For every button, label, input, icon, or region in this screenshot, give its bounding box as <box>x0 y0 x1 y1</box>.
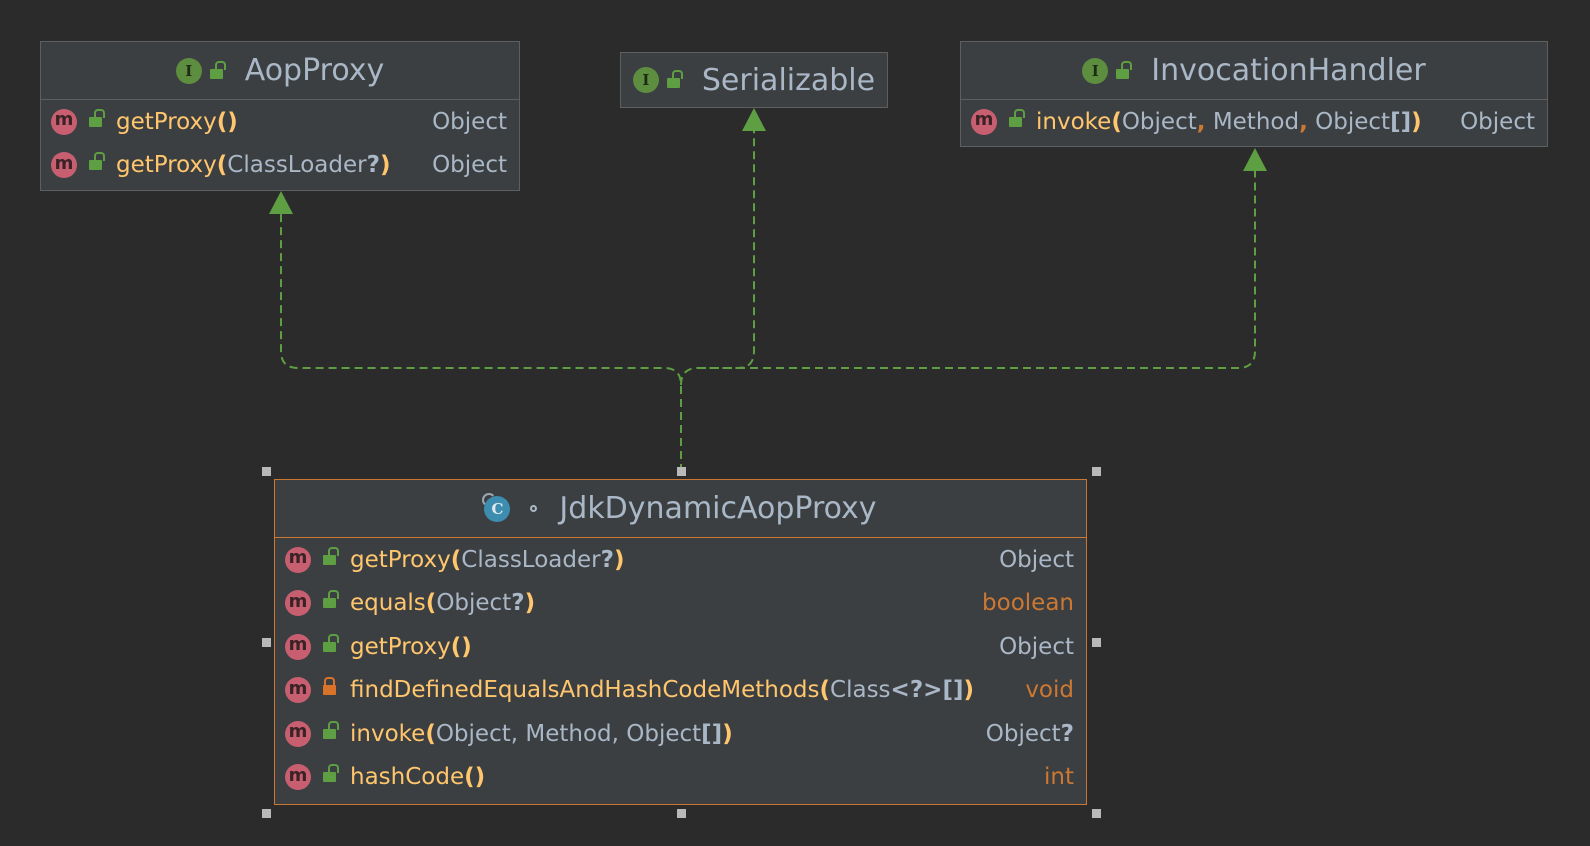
interface-node-aopproxy[interactable]: I AopProxy m getProxy () Object m getPro… <box>40 41 520 191</box>
method-icon: m <box>285 720 311 747</box>
interface-node-invocationhandler[interactable]: I InvocationHandler m invoke (Object, Me… <box>960 41 1548 147</box>
member-row[interactable]: m getProxy () Object <box>275 625 1086 669</box>
return-type: void <box>1025 677 1074 704</box>
public-lock-icon <box>323 546 339 565</box>
method-params: () <box>216 108 238 135</box>
method-params: (Class<?>[]) <box>819 677 974 704</box>
package-private-icon <box>530 505 538 512</box>
public-lock-icon <box>1009 108 1025 127</box>
public-lock-icon <box>89 108 105 127</box>
class-icon: C <box>482 492 511 522</box>
node-header: C JdkDynamicAopProxy <box>275 480 1086 538</box>
interface-icon: I <box>1082 57 1109 84</box>
method-params: (Object, Method, Object[]) <box>425 720 733 747</box>
class-node-jdkdynamicaopproxy[interactable]: C JdkDynamicAopProxy m getProxy (ClassLo… <box>274 479 1087 805</box>
method-name: getProxy <box>350 633 451 660</box>
public-lock-icon <box>1116 60 1133 79</box>
edge-to-invocationhandler <box>698 170 1256 369</box>
method-icon: m <box>285 546 311 573</box>
edge-to-serializable <box>680 130 755 386</box>
public-lock-icon <box>209 60 226 79</box>
public-lock-icon <box>323 764 339 783</box>
method-params: () <box>464 764 486 791</box>
private-lock-icon <box>323 677 336 696</box>
method-icon: m <box>285 764 311 791</box>
resize-handle-top-left[interactable] <box>262 467 271 476</box>
member-row[interactable]: m equals (Object?) boolean <box>275 582 1086 626</box>
arrowhead-serializable <box>742 108 766 131</box>
return-type: Object <box>999 546 1074 573</box>
arrowhead-invocationhandler <box>1243 148 1267 171</box>
node-title: JdkDynamicAopProxy <box>559 491 877 526</box>
method-icon: m <box>285 677 311 704</box>
node-header: I AopProxy <box>41 42 519 100</box>
node-title: InvocationHandler <box>1151 53 1426 88</box>
resize-handle-left[interactable] <box>262 638 271 647</box>
method-name: equals <box>350 590 426 617</box>
interface-icon: I <box>632 67 659 93</box>
method-icon: m <box>51 108 77 135</box>
return-type: int <box>1044 764 1074 791</box>
interface-node-serializable[interactable]: I Serializable <box>620 52 888 108</box>
member-row[interactable]: m getProxy (ClassLoader?) Object <box>275 538 1086 582</box>
method-params: (ClassLoader?) <box>216 152 391 179</box>
public-lock-icon <box>323 720 339 739</box>
resize-handle-top[interactable] <box>677 467 686 476</box>
return-type: Object? <box>985 720 1074 747</box>
method-name: invoke <box>1036 108 1112 135</box>
member-row[interactable]: m getProxy () Object <box>41 100 519 144</box>
public-lock-icon <box>89 152 105 171</box>
resize-handle-right[interactable] <box>1092 638 1101 647</box>
method-name: invoke <box>350 720 426 747</box>
method-icon: m <box>285 633 311 660</box>
return-type: Object <box>1460 108 1535 135</box>
resize-handle-bottom[interactable] <box>677 809 686 818</box>
method-params: () <box>450 633 472 660</box>
public-lock-icon <box>323 590 339 609</box>
resize-handle-bottom-right[interactable] <box>1092 809 1101 818</box>
public-lock-icon <box>323 633 339 652</box>
node-header: I Serializable <box>621 53 887 107</box>
method-icon: m <box>51 152 77 179</box>
return-type: Object <box>432 152 507 179</box>
edge-to-aopproxy <box>280 210 682 472</box>
member-row[interactable]: m hashCode () int <box>275 756 1086 800</box>
return-type: boolean <box>982 590 1074 617</box>
method-name: getProxy <box>116 152 217 179</box>
node-title: Serializable <box>701 62 876 98</box>
method-name: findDefinedEqualsAndHashCodeMethods <box>350 677 820 704</box>
member-row[interactable]: m getProxy (ClassLoader?) Object <box>41 144 519 188</box>
resize-handle-top-right[interactable] <box>1092 467 1101 476</box>
return-type: Object <box>432 108 507 135</box>
public-lock-icon <box>666 70 683 88</box>
node-header: I InvocationHandler <box>961 42 1547 100</box>
method-params: (Object?) <box>425 590 536 617</box>
return-type: Object <box>999 633 1074 660</box>
node-title: AopProxy <box>244 53 385 88</box>
method-name: getProxy <box>350 546 451 573</box>
resize-handle-bottom-left[interactable] <box>262 809 271 818</box>
method-name: getProxy <box>116 108 217 135</box>
member-row[interactable]: m invoke (Object, Method, Object[]) Obje… <box>961 100 1547 144</box>
member-row[interactable]: m invoke (Object, Method, Object[]) Obje… <box>275 712 1086 756</box>
interface-icon: I <box>175 57 202 84</box>
method-icon: m <box>971 108 997 135</box>
arrowhead-aopproxy <box>269 191 293 214</box>
method-params: (ClassLoader?) <box>450 546 625 573</box>
member-row[interactable]: m findDefinedEqualsAndHashCodeMethods (C… <box>275 669 1086 713</box>
method-icon: m <box>285 590 311 617</box>
method-name: hashCode <box>350 764 465 791</box>
method-params: (Object, Method, Object[]) <box>1111 108 1422 135</box>
